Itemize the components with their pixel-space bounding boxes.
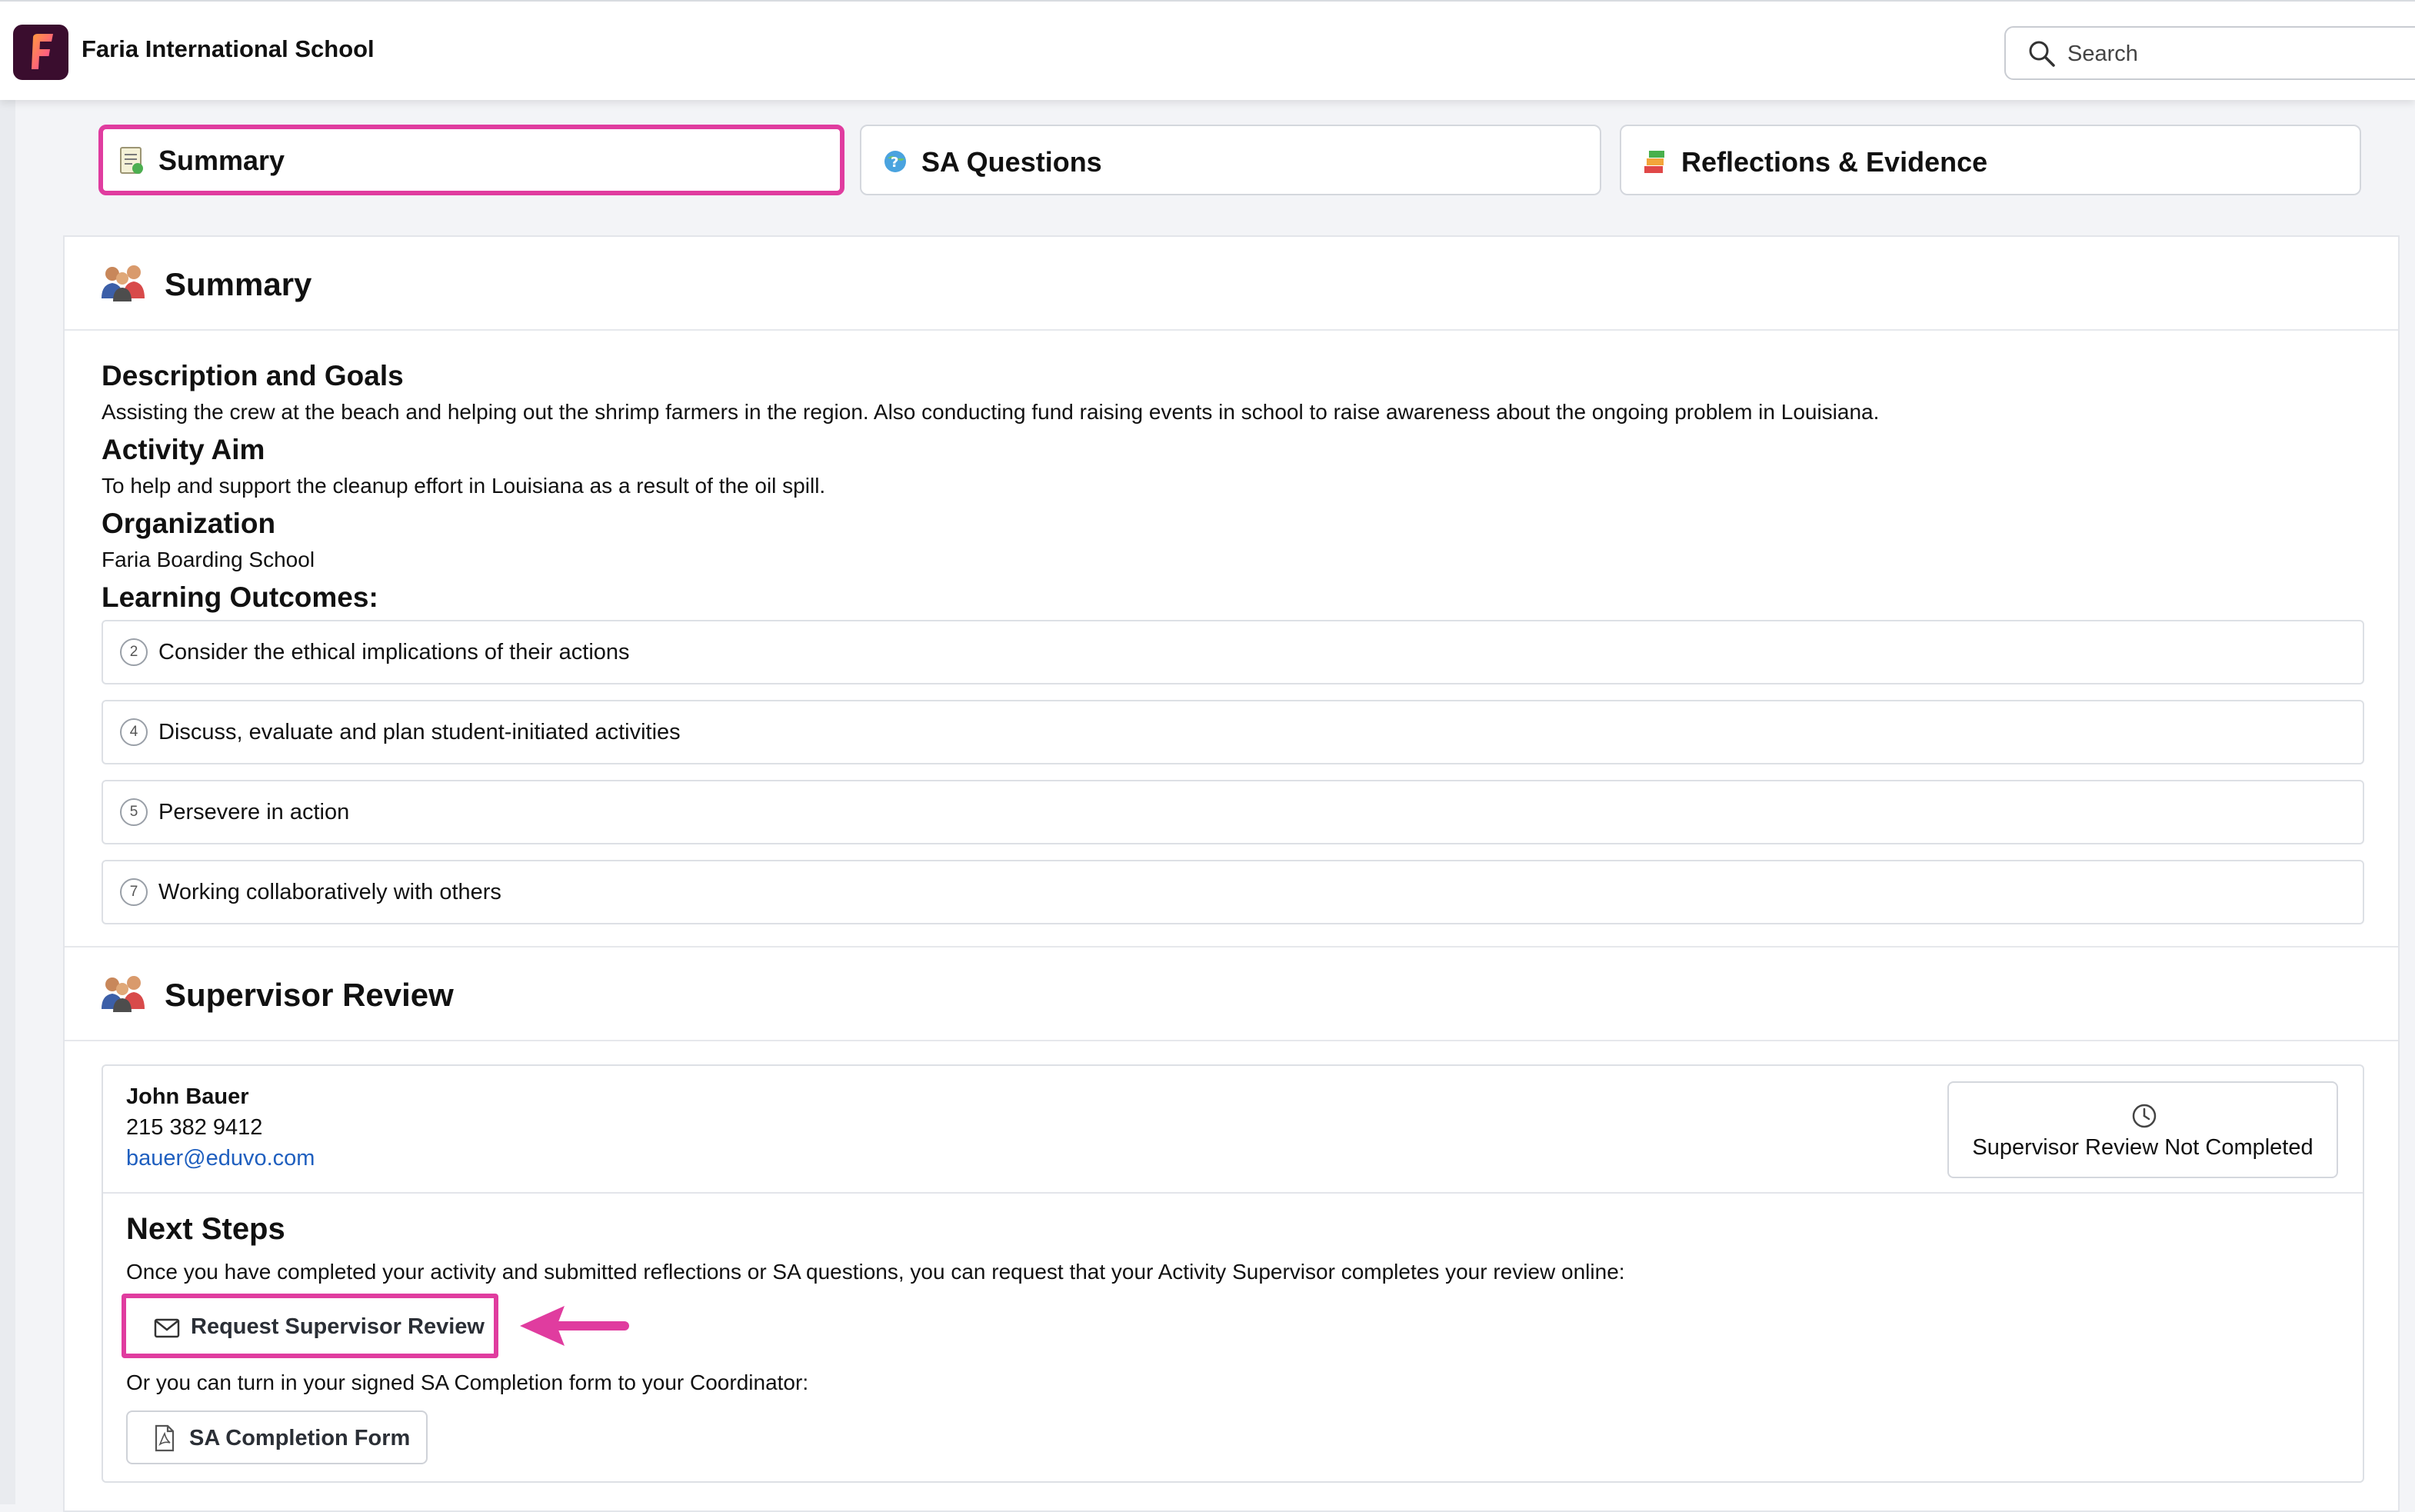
question-globe-icon: ? — [884, 151, 906, 172]
pointer-arrow-icon — [520, 1306, 629, 1346]
next-steps-text: Once you have completed your activity an… — [126, 1260, 1625, 1284]
envelope-icon — [154, 1318, 180, 1338]
search-icon — [2029, 41, 2055, 67]
school-name[interactable]: Faria International School — [82, 35, 375, 63]
tab-reflections-label: Reflections & Evidence — [1681, 146, 1988, 178]
content-card: Summary Description and Goals Assisting … — [63, 235, 2400, 1512]
logo-f-icon — [32, 34, 53, 69]
learning-outcome-item: 5 Persevere in action — [102, 780, 2364, 844]
top-bar: Faria International School Search — [0, 0, 2415, 100]
description-text: Assisting the crew at the beach and help… — [102, 400, 1880, 424]
outcome-number: 7 — [120, 878, 148, 906]
supervisor-email-link[interactable]: bauer@eduvo.com — [126, 1146, 315, 1171]
pdf-file-icon — [155, 1424, 175, 1452]
summary-doc-icon — [120, 147, 143, 174]
people-group-icon — [102, 976, 145, 1012]
tab-summary[interactable]: Summary — [98, 125, 844, 195]
organization-text: Faria Boarding School — [102, 548, 315, 571]
request-supervisor-review-button[interactable]: Request Supervisor Review — [122, 1294, 498, 1358]
supervisor-panel: John Bauer 215 382 9412 bauer@eduvo.com … — [102, 1064, 2364, 1483]
clock-icon — [2132, 1104, 2157, 1128]
outcome-text: Persevere in action — [158, 800, 350, 824]
supervisor-phone: 215 382 9412 — [126, 1115, 263, 1140]
sa-completion-form-button[interactable]: SA Completion Form — [126, 1410, 428, 1464]
alternative-text: Or you can turn in your signed SA Comple… — [126, 1370, 809, 1394]
outcome-text: Discuss, evaluate and plan student-initi… — [158, 720, 681, 744]
outcome-number: 5 — [120, 798, 148, 826]
panel-divider — [103, 1192, 2363, 1194]
review-status-text: Supervisor Review Not Completed — [1972, 1135, 2313, 1160]
summary-title: Summary — [165, 266, 312, 302]
search-box[interactable]: Search — [2004, 26, 2415, 80]
outcome-text: Working collaboratively with others — [158, 880, 501, 904]
tab-summary-label: Summary — [158, 145, 285, 176]
tab-reflections-evidence[interactable]: Reflections & Evidence — [1620, 125, 2361, 195]
left-rail — [0, 100, 15, 1504]
school-logo[interactable] — [13, 25, 68, 80]
aim-heading: Activity Aim — [102, 434, 265, 465]
tab-sa-questions[interactable]: ? SA Questions — [860, 125, 1601, 195]
learning-outcome-item: 2 Consider the ethical implications of t… — [102, 620, 2364, 684]
next-steps-heading: Next Steps — [126, 1212, 285, 1246]
people-group-icon — [102, 265, 145, 301]
supervisor-title: Supervisor Review — [165, 977, 454, 1013]
review-status-badge: Supervisor Review Not Completed — [1947, 1081, 2338, 1178]
outcome-number: 2 — [120, 638, 148, 666]
learning-outcomes-heading: Learning Outcomes: — [102, 581, 378, 613]
learning-outcome-item: 4 Discuss, evaluate and plan student-ini… — [102, 700, 2364, 764]
sa-completion-form-label: SA Completion Form — [189, 1426, 411, 1450]
outcome-text: Consider the ethical implications of the… — [158, 640, 630, 664]
outcome-number: 4 — [120, 718, 148, 746]
organization-heading: Organization — [102, 508, 276, 539]
reflections-stack-icon — [1644, 151, 1664, 173]
svg-text:?: ? — [891, 155, 898, 171]
aim-text: To help and support the cleanup effort i… — [102, 474, 826, 498]
supervisor-name: John Bauer — [126, 1084, 249, 1109]
request-review-label: Request Supervisor Review — [191, 1314, 485, 1339]
search-placeholder: Search — [2067, 42, 2138, 66]
learning-outcome-item: 7 Working collaboratively with others — [102, 860, 2364, 924]
summary-section-header: Summary — [65, 237, 2398, 331]
tab-sa-questions-label: SA Questions — [921, 146, 1102, 178]
description-heading: Description and Goals — [102, 360, 404, 391]
supervisor-section-header: Supervisor Review — [65, 947, 2398, 1041]
